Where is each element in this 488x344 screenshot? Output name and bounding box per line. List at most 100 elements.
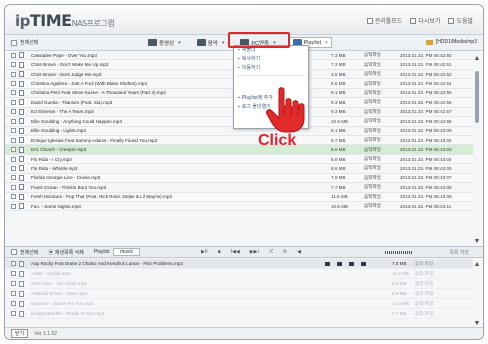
volume-slider[interactable] (385, 251, 413, 254)
file-date: 2013.01.23. PM 05:42:51 (400, 62, 452, 68)
row-checkbox[interactable] (11, 165, 16, 171)
delete-playlist-button[interactable]: ▣ 재생목록 삭제 (48, 249, 83, 256)
file-row[interactable]: Frank Ocean - Thinkin Bout You.mp3 7.7 MB… (5, 183, 473, 193)
playlist-row[interactable]: Aap Rocky Feat Drake 2 Chainz And Kendri… (5, 259, 473, 269)
row-checkbox[interactable] (11, 147, 16, 153)
playback-controls: ▶II ■ I◀◀ ▶▶I ⤮ ⟳ ◀ (201, 249, 301, 255)
file-row[interactable]: Flo Rida - Whistle.mp3 8.6 MB 음악파일 2013.01.… (5, 164, 473, 174)
file-name: Florida Georgia Line - Cruise.mp3 (31, 175, 101, 181)
file-row[interactable]: Flo Rida - I Cry.mp3 8.8 MB 음악파일 2013.01.23… (5, 154, 473, 165)
row-checkbox[interactable] (11, 271, 16, 276)
file-size: 7.3 MB (331, 52, 346, 58)
row-checkbox[interactable] (11, 128, 16, 134)
row-checkbox[interactable] (11, 203, 16, 209)
playlist-select-all-checkbox[interactable] (11, 249, 17, 255)
file-name: Eric Church - Creepin'.mp3 (31, 147, 87, 153)
stop-icon[interactable]: ■ (218, 249, 221, 255)
playlist-row[interactable]: Alex Clare - Too Close.mp3 9.8 MB 음악 파일 (5, 279, 473, 289)
close-icon[interactable]: × (325, 40, 328, 46)
menu-admin-mode[interactable]: 관리툴모드 (366, 16, 402, 25)
file-size: 11.6 MB (331, 194, 348, 200)
row-checkbox[interactable] (11, 109, 16, 115)
playlist-row[interactable]: Amanda Brown - Stars.mp3 6.9 MB 음악 파일 (5, 289, 473, 299)
file-size: 10.9 MB (331, 118, 349, 124)
file-row[interactable]: Florida Georgia Line - Cruise.mp3 7.9 MB 음… (5, 173, 473, 184)
file-row[interactable]: Enrique Iglesias Feat Sammy Adams - Fina… (5, 135, 473, 146)
row-checkbox[interactable] (11, 261, 16, 266)
file-type: 음악파일 (364, 146, 381, 152)
music-file-icon (19, 89, 24, 96)
row-checkbox[interactable] (11, 118, 16, 124)
close-icon[interactable]: ▾ (222, 40, 225, 46)
row-checkbox[interactable] (11, 184, 16, 190)
file-size: 7.7 MB (331, 184, 346, 190)
playlist-row[interactable]: Adele - Skyfall.mp3 11.0 MB 음악 파일 (5, 269, 473, 279)
file-type: 음악파일 (364, 184, 381, 190)
row-checkbox[interactable] (11, 175, 16, 181)
row-checkbox[interactable] (11, 99, 16, 105)
music-file-icon (19, 146, 24, 153)
menu-item-copy[interactable]: 복사하기 (234, 55, 308, 64)
file-type: 음악파일 (364, 193, 381, 199)
row-checkbox[interactable] (11, 194, 16, 200)
playlist-scrollbar[interactable]: ▲ ▼ (473, 261, 481, 327)
volume-icon[interactable]: ◀ (297, 249, 301, 255)
playlist-row[interactable]: Beyonce - Dance For You.mp3 14.4 MB 음악 파일 (5, 299, 473, 309)
title-bar: ipTIMENAS프로그램 관리툴모드 다시보기 도움말 (5, 5, 483, 35)
track-size: 7.8 MB (392, 261, 407, 266)
menu-help[interactable]: 도움말 (448, 16, 473, 25)
file-row[interactable]: Fresh Montana - Pop That (Feat. Rick Ros… (5, 192, 473, 202)
scroll-thumb[interactable] (475, 71, 479, 123)
repeat-icon[interactable]: ⟳ (283, 249, 287, 255)
tab-video[interactable]: 동영상 ▾ (145, 37, 184, 48)
next-icon[interactable]: ▶▶I (250, 249, 259, 255)
previous-icon[interactable]: I◀◀ (231, 249, 240, 255)
row-checkbox[interactable] (11, 62, 16, 68)
select-all-top[interactable]: 전체선택 (11, 39, 38, 46)
playlist-selector-value[interactable]: music (113, 248, 141, 256)
row-checkbox[interactable] (11, 137, 16, 143)
playlist-selector[interactable]: Playlist music (94, 248, 141, 256)
file-name: Ed Sheeran - The A Team.mp3 (31, 109, 94, 115)
row-checkbox[interactable] (11, 291, 16, 296)
top-menu: 관리툴모드 다시보기 도움말 (366, 16, 473, 25)
scroll-up-icon[interactable]: ▲ (473, 55, 481, 62)
row-checkbox[interactable] (11, 90, 16, 96)
playlist-row[interactable]: Bridgit Mendler - Ready Or Not.mp3 7.7 MB… (5, 309, 473, 319)
save-list-button[interactable]: 목록 저장 (449, 249, 469, 256)
file-list-scrollbar[interactable]: ▲ ▼ (473, 55, 481, 245)
row-checkbox[interactable] (11, 52, 16, 58)
file-type: 음악파일 (364, 165, 381, 171)
highlight-box (228, 32, 290, 48)
tab-music[interactable]: 음악 ▾ (194, 37, 228, 48)
file-row[interactable]: Eric Church - Creepin'.mp3 8.9 MB 음악파일 2013… (5, 145, 473, 155)
file-date: 2013.01.23. PM 05:42:50 (400, 52, 452, 58)
close-icon[interactable]: ▾ (178, 40, 181, 46)
music-file-icon (19, 260, 24, 267)
file-date: 2013.01.23. PM 05:43:11 (400, 203, 452, 209)
row-checkbox[interactable] (11, 156, 16, 162)
select-all-checkbox[interactable] (11, 39, 17, 46)
music-file-icon (19, 165, 24, 172)
file-row[interactable]: Fun. - Some Nights.mp3 10.6 MB 음악파일 2013.01… (5, 202, 473, 212)
row-checkbox[interactable] (11, 71, 16, 77)
menu-item-move[interactable]: 이동하기 (234, 64, 308, 73)
indicator-icon (349, 261, 354, 266)
menu-replay[interactable]: 다시보기 (410, 16, 440, 25)
scroll-down-icon[interactable]: ▼ (473, 320, 481, 327)
close-button[interactable]: 닫기 (11, 329, 29, 338)
file-date: 2013.01.23. PM 05:42:56 (400, 99, 452, 105)
file-type: 음악파일 (364, 118, 381, 124)
row-checkbox[interactable] (11, 311, 16, 316)
row-checkbox[interactable] (11, 81, 16, 87)
shuffle-icon[interactable]: ⤮ (269, 249, 273, 255)
play-pause-icon[interactable]: ▶II (201, 249, 208, 255)
row-checkbox[interactable] (11, 301, 16, 306)
scroll-down-icon[interactable]: ▼ (473, 238, 481, 245)
file-type: 음악파일 (364, 99, 381, 105)
indicator-icon (325, 261, 330, 266)
scroll-up-icon[interactable]: ▲ (473, 261, 481, 268)
tab-music-label: 음악 (207, 40, 218, 47)
row-checkbox[interactable] (11, 281, 16, 286)
file-type: 음악파일 (364, 203, 381, 209)
